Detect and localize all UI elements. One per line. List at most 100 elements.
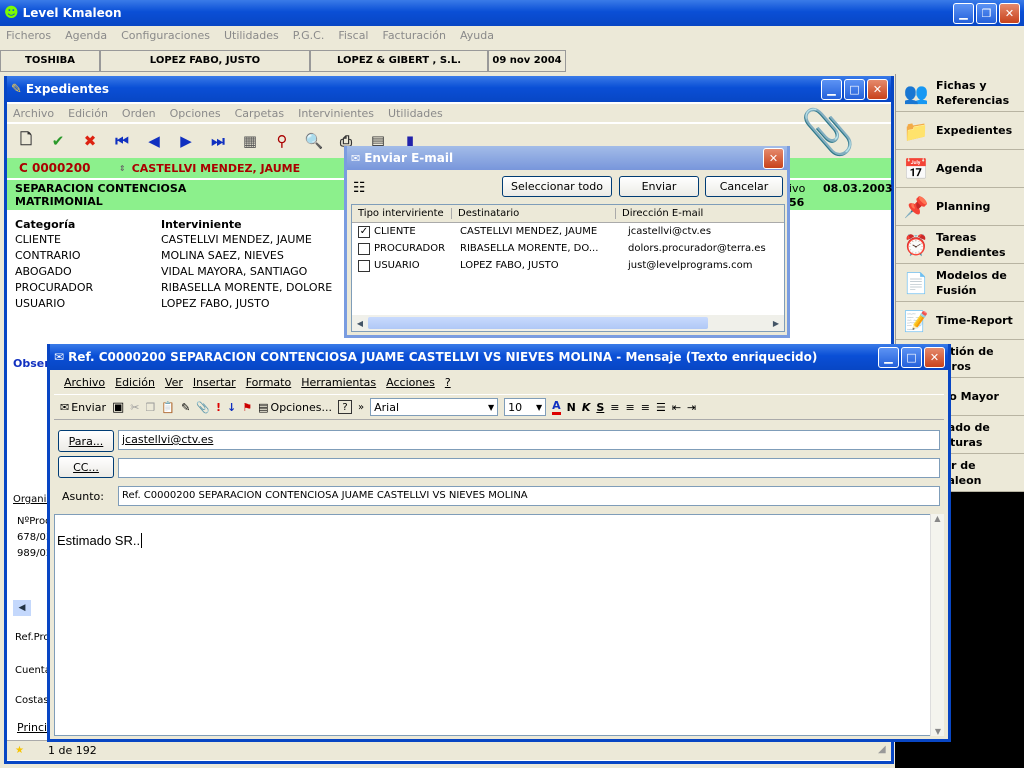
binoculars-icon[interactable]: ⚲ (271, 130, 293, 152)
cut-icon[interactable]: ✂ (130, 401, 139, 414)
recipients-hscrollbar[interactable]: ◀ ▶ (352, 315, 784, 331)
participant-row[interactable]: ABOGADO VIDAL MAYORA, SANTIAGO (15, 263, 355, 279)
expedientes-menu-item-1[interactable]: Edición (68, 107, 108, 120)
new-document-icon[interactable]: 🗋 (15, 130, 37, 152)
spellcheck-icon[interactable]: ✎ (181, 401, 190, 414)
assistant-clip-icon[interactable]: 📎 (801, 100, 856, 164)
main-menu-item-1[interactable]: Agenda (65, 29, 107, 42)
recipient-checkbox[interactable] (358, 259, 370, 272)
high-priority-icon[interactable]: ! (216, 401, 221, 414)
scroll-down-icon[interactable]: ▼ (931, 727, 945, 736)
princi-tab[interactable]: Princi (17, 721, 47, 734)
scroll-thumb[interactable] (368, 317, 708, 329)
message-menu-item-7[interactable]: ? (445, 376, 451, 389)
participant-row[interactable]: CONTRARIO MOLINA SAEZ, NIEVES (15, 247, 355, 263)
expedientes-menu-item-5[interactable]: Intervinientes (298, 107, 374, 120)
first-record-icon[interactable]: ⏮ (111, 130, 133, 152)
subject-field[interactable]: Ref. C0000200 SEPARACION CONTENCIOSA JUA… (118, 486, 940, 506)
message-vscrollbar[interactable]: ▲ ▼ (930, 514, 944, 736)
size-select[interactable]: 10 ▼ (504, 398, 547, 416)
nav-button-4[interactable]: ⏰ Tareas Pendientes (896, 226, 1024, 264)
scroll-up-icon[interactable]: ▲ (931, 514, 944, 523)
message-minimize-button[interactable]: ▁ (878, 346, 899, 368)
proc-scroll-left-icon[interactable]: ◀ (13, 600, 31, 616)
expedientes-menu-item-6[interactable]: Utilidades (388, 107, 443, 120)
message-menu-item-4[interactable]: Formato (246, 376, 292, 389)
case-spinner-icon[interactable]: ⇕ (119, 164, 126, 173)
help-icon[interactable]: ? (337, 400, 352, 414)
recipient-checkbox[interactable] (358, 242, 370, 255)
cancel-email-button[interactable]: Cancelar (705, 176, 783, 197)
main-menu-item-6[interactable]: Facturación (383, 29, 446, 42)
to-button[interactable]: Para... (58, 430, 114, 452)
message-menu-item-1[interactable]: Edición (115, 376, 155, 389)
participant-row[interactable]: USUARIO LOPEZ FABO, JUSTO (15, 295, 355, 311)
expedientes-menu-item-2[interactable]: Orden (122, 107, 156, 120)
message-menu-item-0[interactable]: Archivo (64, 376, 105, 389)
flag-icon[interactable]: ⚑ (242, 401, 252, 414)
recipient-row[interactable]: USUARIO LOPEZ FABO, JUSTO just@levelprogra… (352, 257, 784, 274)
send-email-button[interactable]: Enviar (619, 176, 699, 197)
save-icon[interactable]: ▣ (112, 400, 124, 415)
participant-row[interactable]: CLIENTE CASTELLVI MENDEZ, JAUME (15, 231, 355, 247)
toolbar-more-icon[interactable]: » (358, 402, 364, 413)
expedientes-close-button[interactable]: ✕ (867, 78, 888, 100)
main-menu-item-2[interactable]: Configuraciones (121, 29, 210, 42)
options-button[interactable]: ▤ Opciones... (258, 401, 332, 414)
expedientes-menu-item-0[interactable]: Archivo (13, 107, 54, 120)
paste-icon[interactable]: 📋 (161, 401, 175, 414)
expedientes-menu-item-3[interactable]: Opciones (170, 107, 221, 120)
delete-icon[interactable]: ✖ (79, 130, 101, 152)
minimize-button[interactable]: ▁ (953, 2, 974, 24)
align-left-icon[interactable]: ≡ (610, 401, 619, 414)
scroll-right-icon[interactable]: ▶ (768, 319, 784, 328)
nav-button-2[interactable]: 📅 Agenda (896, 150, 1024, 188)
align-center-icon[interactable]: ≡ (626, 401, 635, 414)
message-menu-item-6[interactable]: Acciones (386, 376, 435, 389)
attach-icon[interactable]: 📎 (196, 401, 210, 414)
bold-icon[interactable]: N (567, 401, 576, 414)
to-field[interactable]: jcastellvi@ctv.es (118, 430, 940, 450)
message-maximize-button[interactable]: □ (901, 346, 922, 368)
italic-icon[interactable]: K (582, 401, 591, 414)
message-menu-item-3[interactable]: Insertar (193, 376, 236, 389)
nav-button-0[interactable]: 👥 Fichas y Referencias (896, 74, 1024, 112)
underline-icon[interactable]: S (596, 401, 604, 414)
cc-button[interactable]: CC... (58, 456, 114, 478)
message-menu-item-2[interactable]: Ver (165, 376, 183, 389)
scroll-left-icon[interactable]: ◀ (352, 319, 368, 328)
main-menu-item-3[interactable]: Utilidades (224, 29, 279, 42)
recipient-row[interactable]: PROCURADOR RIBASELLA MORENTE, DO... dolors… (352, 240, 784, 257)
main-menu-item-7[interactable]: Ayuda (460, 29, 494, 42)
nav-button-1[interactable]: 📁 Expedientes (896, 112, 1024, 150)
low-priority-icon[interactable]: ↓ (227, 401, 236, 414)
cc-field[interactable] (118, 458, 940, 478)
font-select[interactable]: Arial ▼ (370, 398, 499, 416)
recipient-checkbox[interactable]: ✓ (358, 225, 370, 238)
expedientes-maximize-button[interactable]: □ (844, 78, 865, 100)
next-record-icon[interactable]: ▶ (175, 130, 197, 152)
nav-button-3[interactable]: 📌 Planning (896, 188, 1024, 226)
select-all-button[interactable]: Seleccionar todo (502, 176, 612, 197)
resize-grip-icon[interactable]: ◢ (878, 744, 886, 755)
recipient-row[interactable]: ✓ CLIENTE CASTELLVI MENDEZ, JAUME jcastellv… (352, 223, 784, 240)
increase-indent-icon[interactable]: ⇥ (687, 401, 696, 414)
message-menu-item-5[interactable]: Herramientas (301, 376, 376, 389)
font-color-icon[interactable]: A (552, 399, 561, 415)
nav-button-6[interactable]: 📝 Time-Report (896, 302, 1024, 340)
copy-icon[interactable]: ❐ (146, 401, 156, 414)
previous-record-icon[interactable]: ◀ (143, 130, 165, 152)
decrease-indent-icon[interactable]: ⇤ (672, 401, 681, 414)
main-menu-item-0[interactable]: Ficheros (6, 29, 51, 42)
expedientes-minimize-button[interactable]: ▁ (821, 78, 842, 100)
main-menu-item-4[interactable]: P.G.C. (293, 29, 325, 42)
accept-icon[interactable]: ✔ (47, 130, 69, 152)
search-icon[interactable]: 🔍 (303, 130, 325, 152)
table-view-icon[interactable]: ▦ (239, 130, 261, 152)
message-body[interactable]: Estimado SR.. (54, 514, 934, 736)
align-right-icon[interactable]: ≡ (641, 401, 650, 414)
main-menu-item-5[interactable]: Fiscal (338, 29, 368, 42)
send-button[interactable]: ✉ Enviar (60, 401, 106, 414)
bullets-icon[interactable]: ☰ (656, 401, 666, 414)
email-dialog-close-button[interactable]: ✕ (763, 147, 784, 169)
